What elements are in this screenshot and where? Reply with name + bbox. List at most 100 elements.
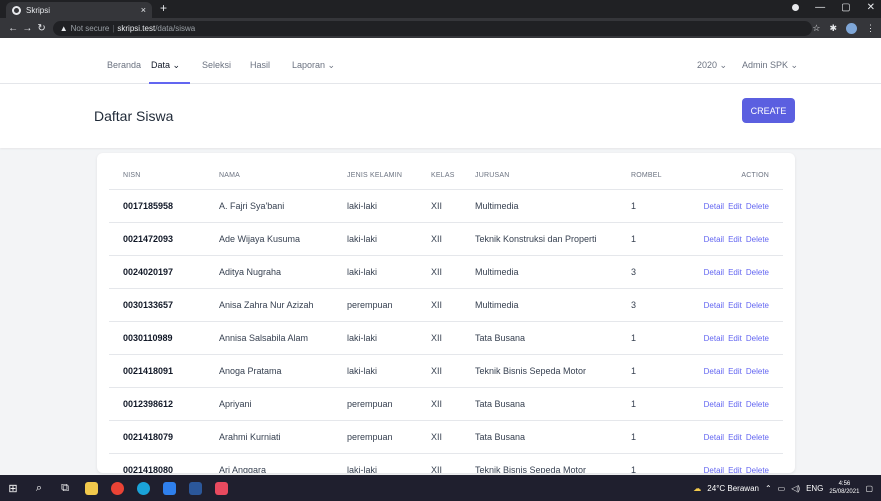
year-dropdown[interactable]: 2020 ⌄	[697, 60, 727, 71]
user-menu[interactable]: Admin SPK ⌄	[742, 60, 798, 71]
header-action: ACTION	[677, 163, 783, 190]
weather-icon[interactable]: ☁	[693, 484, 701, 493]
delete-link[interactable]: Delete	[746, 202, 769, 211]
header-jenis-kelamin: JENIS KELAMIN	[333, 163, 417, 190]
cell-rombel: 1	[617, 453, 677, 473]
edit-link[interactable]: Edit	[728, 433, 742, 442]
task-view-icon[interactable]: ⧉	[52, 475, 78, 501]
warning-icon[interactable]: ▲	[60, 24, 68, 33]
detail-link[interactable]: Detail	[704, 433, 724, 442]
edit-link[interactable]: Edit	[728, 466, 742, 474]
chrome-icon[interactable]	[104, 475, 130, 501]
cell-nama: Apriyani	[205, 387, 333, 421]
star-icon[interactable]: ☆	[812, 23, 820, 34]
edit-link[interactable]: Edit	[728, 367, 742, 376]
media-indicator-icon[interactable]	[792, 4, 800, 11]
reload-icon[interactable]: ↻	[34, 23, 48, 34]
nav-data[interactable]: Data ⌄	[151, 60, 180, 71]
delete-link[interactable]: Delete	[746, 268, 769, 277]
cell-nama: Ari Anggara	[205, 453, 333, 473]
cell-kelas: XII	[417, 189, 461, 223]
url-input[interactable]: ▲ Not secure | skripsi.test /data/siswa	[52, 20, 813, 36]
edit-link[interactable]: Edit	[728, 400, 742, 409]
extensions-icon[interactable]: ✱	[829, 23, 837, 34]
cell-nisn: 0021418079	[109, 420, 205, 454]
delete-link[interactable]: Delete	[746, 301, 769, 310]
store-icon[interactable]	[156, 475, 182, 501]
detail-link[interactable]: Detail	[704, 367, 724, 376]
tray-chevron-icon[interactable]: ⌃	[765, 484, 772, 493]
cell-nama: Ade Wijaya Kusuma	[205, 222, 333, 256]
detail-link[interactable]: Detail	[704, 235, 724, 244]
edit-link[interactable]: Edit	[728, 235, 742, 244]
detail-link[interactable]: Detail	[704, 466, 724, 474]
delete-link[interactable]: Delete	[746, 400, 769, 409]
cell-jenis-kelamin: perempuan	[333, 387, 417, 421]
volume-icon[interactable]: ◁)	[791, 484, 800, 493]
tab-close-icon[interactable]: ×	[141, 5, 146, 15]
header-jurusan: JURUSAN	[461, 163, 617, 190]
delete-link[interactable]: Delete	[746, 235, 769, 244]
tab-title: Skripsi	[26, 5, 51, 15]
nav-beranda[interactable]: Beranda	[107, 60, 141, 70]
cell-jenis-kelamin: perempuan	[333, 288, 417, 322]
detail-link[interactable]: Detail	[704, 268, 724, 277]
browser-tab[interactable]: Skripsi ×	[6, 2, 152, 18]
cell-actions: Detail Edit Delete	[677, 288, 783, 322]
cell-rombel: 1	[617, 420, 677, 454]
app-icon[interactable]	[208, 475, 234, 501]
header-nama: NAMA	[205, 163, 333, 190]
cell-nama: Anoga Pratama	[205, 354, 333, 388]
back-icon[interactable]: ←	[6, 23, 20, 34]
edit-link[interactable]: Edit	[728, 268, 742, 277]
edge-icon[interactable]	[130, 475, 156, 501]
create-button[interactable]: CREATE	[742, 98, 795, 123]
delete-link[interactable]: Delete	[746, 433, 769, 442]
minimize-icon[interactable]: —	[815, 2, 825, 13]
edit-link[interactable]: Edit	[728, 301, 742, 310]
forward-icon[interactable]: →	[20, 23, 34, 34]
cell-jurusan: Tata Busana	[461, 321, 617, 355]
delete-link[interactable]: Delete	[746, 367, 769, 376]
detail-link[interactable]: Detail	[704, 400, 724, 409]
detail-link[interactable]: Detail	[704, 334, 724, 343]
nav-seleksi[interactable]: Seleksi	[202, 60, 231, 70]
search-icon[interactable]: ⌕	[26, 475, 52, 501]
edit-link[interactable]: Edit	[728, 334, 742, 343]
detail-link[interactable]: Detail	[704, 301, 724, 310]
cell-actions: Detail Edit Delete	[677, 387, 783, 421]
language-indicator[interactable]: ENG	[806, 484, 823, 493]
clock-time: 4:56	[838, 481, 851, 487]
table-row: 0012398612 Apriyani perempuan XII Tata Busan…	[109, 387, 783, 421]
cell-rombel: 1	[617, 189, 677, 223]
notifications-icon[interactable]: ▢	[865, 484, 873, 493]
browser-tab-strip: Skripsi × + — ▢ ✕	[0, 0, 881, 18]
cell-jurusan: Teknik Konstruksi dan Properti	[461, 222, 617, 256]
cell-jenis-kelamin: laki-laki	[333, 321, 417, 355]
network-icon[interactable]: ▭	[778, 484, 786, 493]
profile-avatar[interactable]	[846, 22, 858, 34]
delete-link[interactable]: Delete	[746, 334, 769, 343]
cell-rombel: 1	[617, 222, 677, 256]
maximize-icon[interactable]: ▢	[841, 2, 850, 13]
nav-laporan[interactable]: Laporan ⌄	[292, 60, 335, 71]
windows-start-icon[interactable]: ⊞	[0, 475, 26, 501]
detail-link[interactable]: Detail	[704, 202, 724, 211]
delete-link[interactable]: Delete	[746, 466, 769, 474]
weather-text[interactable]: 24°C Berawan	[707, 484, 759, 493]
favicon-icon	[12, 5, 21, 15]
word-icon[interactable]	[182, 475, 208, 501]
edit-link[interactable]: Edit	[728, 202, 742, 211]
cell-jenis-kelamin: laki-laki	[333, 189, 417, 223]
table-row: 0021418080 Ari Anggara laki-laki XII Teknik …	[109, 453, 783, 473]
new-tab-button[interactable]: +	[160, 1, 167, 15]
menu-icon[interactable]: ⋮	[866, 23, 875, 34]
cell-kelas: XII	[417, 255, 461, 289]
cell-rombel: 3	[617, 288, 677, 322]
clock[interactable]: 4:56 25/08/2021	[829, 480, 859, 496]
close-window-icon[interactable]: ✕	[867, 2, 875, 13]
cell-actions: Detail Edit Delete	[677, 354, 783, 388]
cell-nisn: 0030133657	[109, 288, 205, 322]
file-explorer-icon[interactable]	[78, 475, 104, 501]
nav-hasil[interactable]: Hasil	[250, 60, 270, 70]
